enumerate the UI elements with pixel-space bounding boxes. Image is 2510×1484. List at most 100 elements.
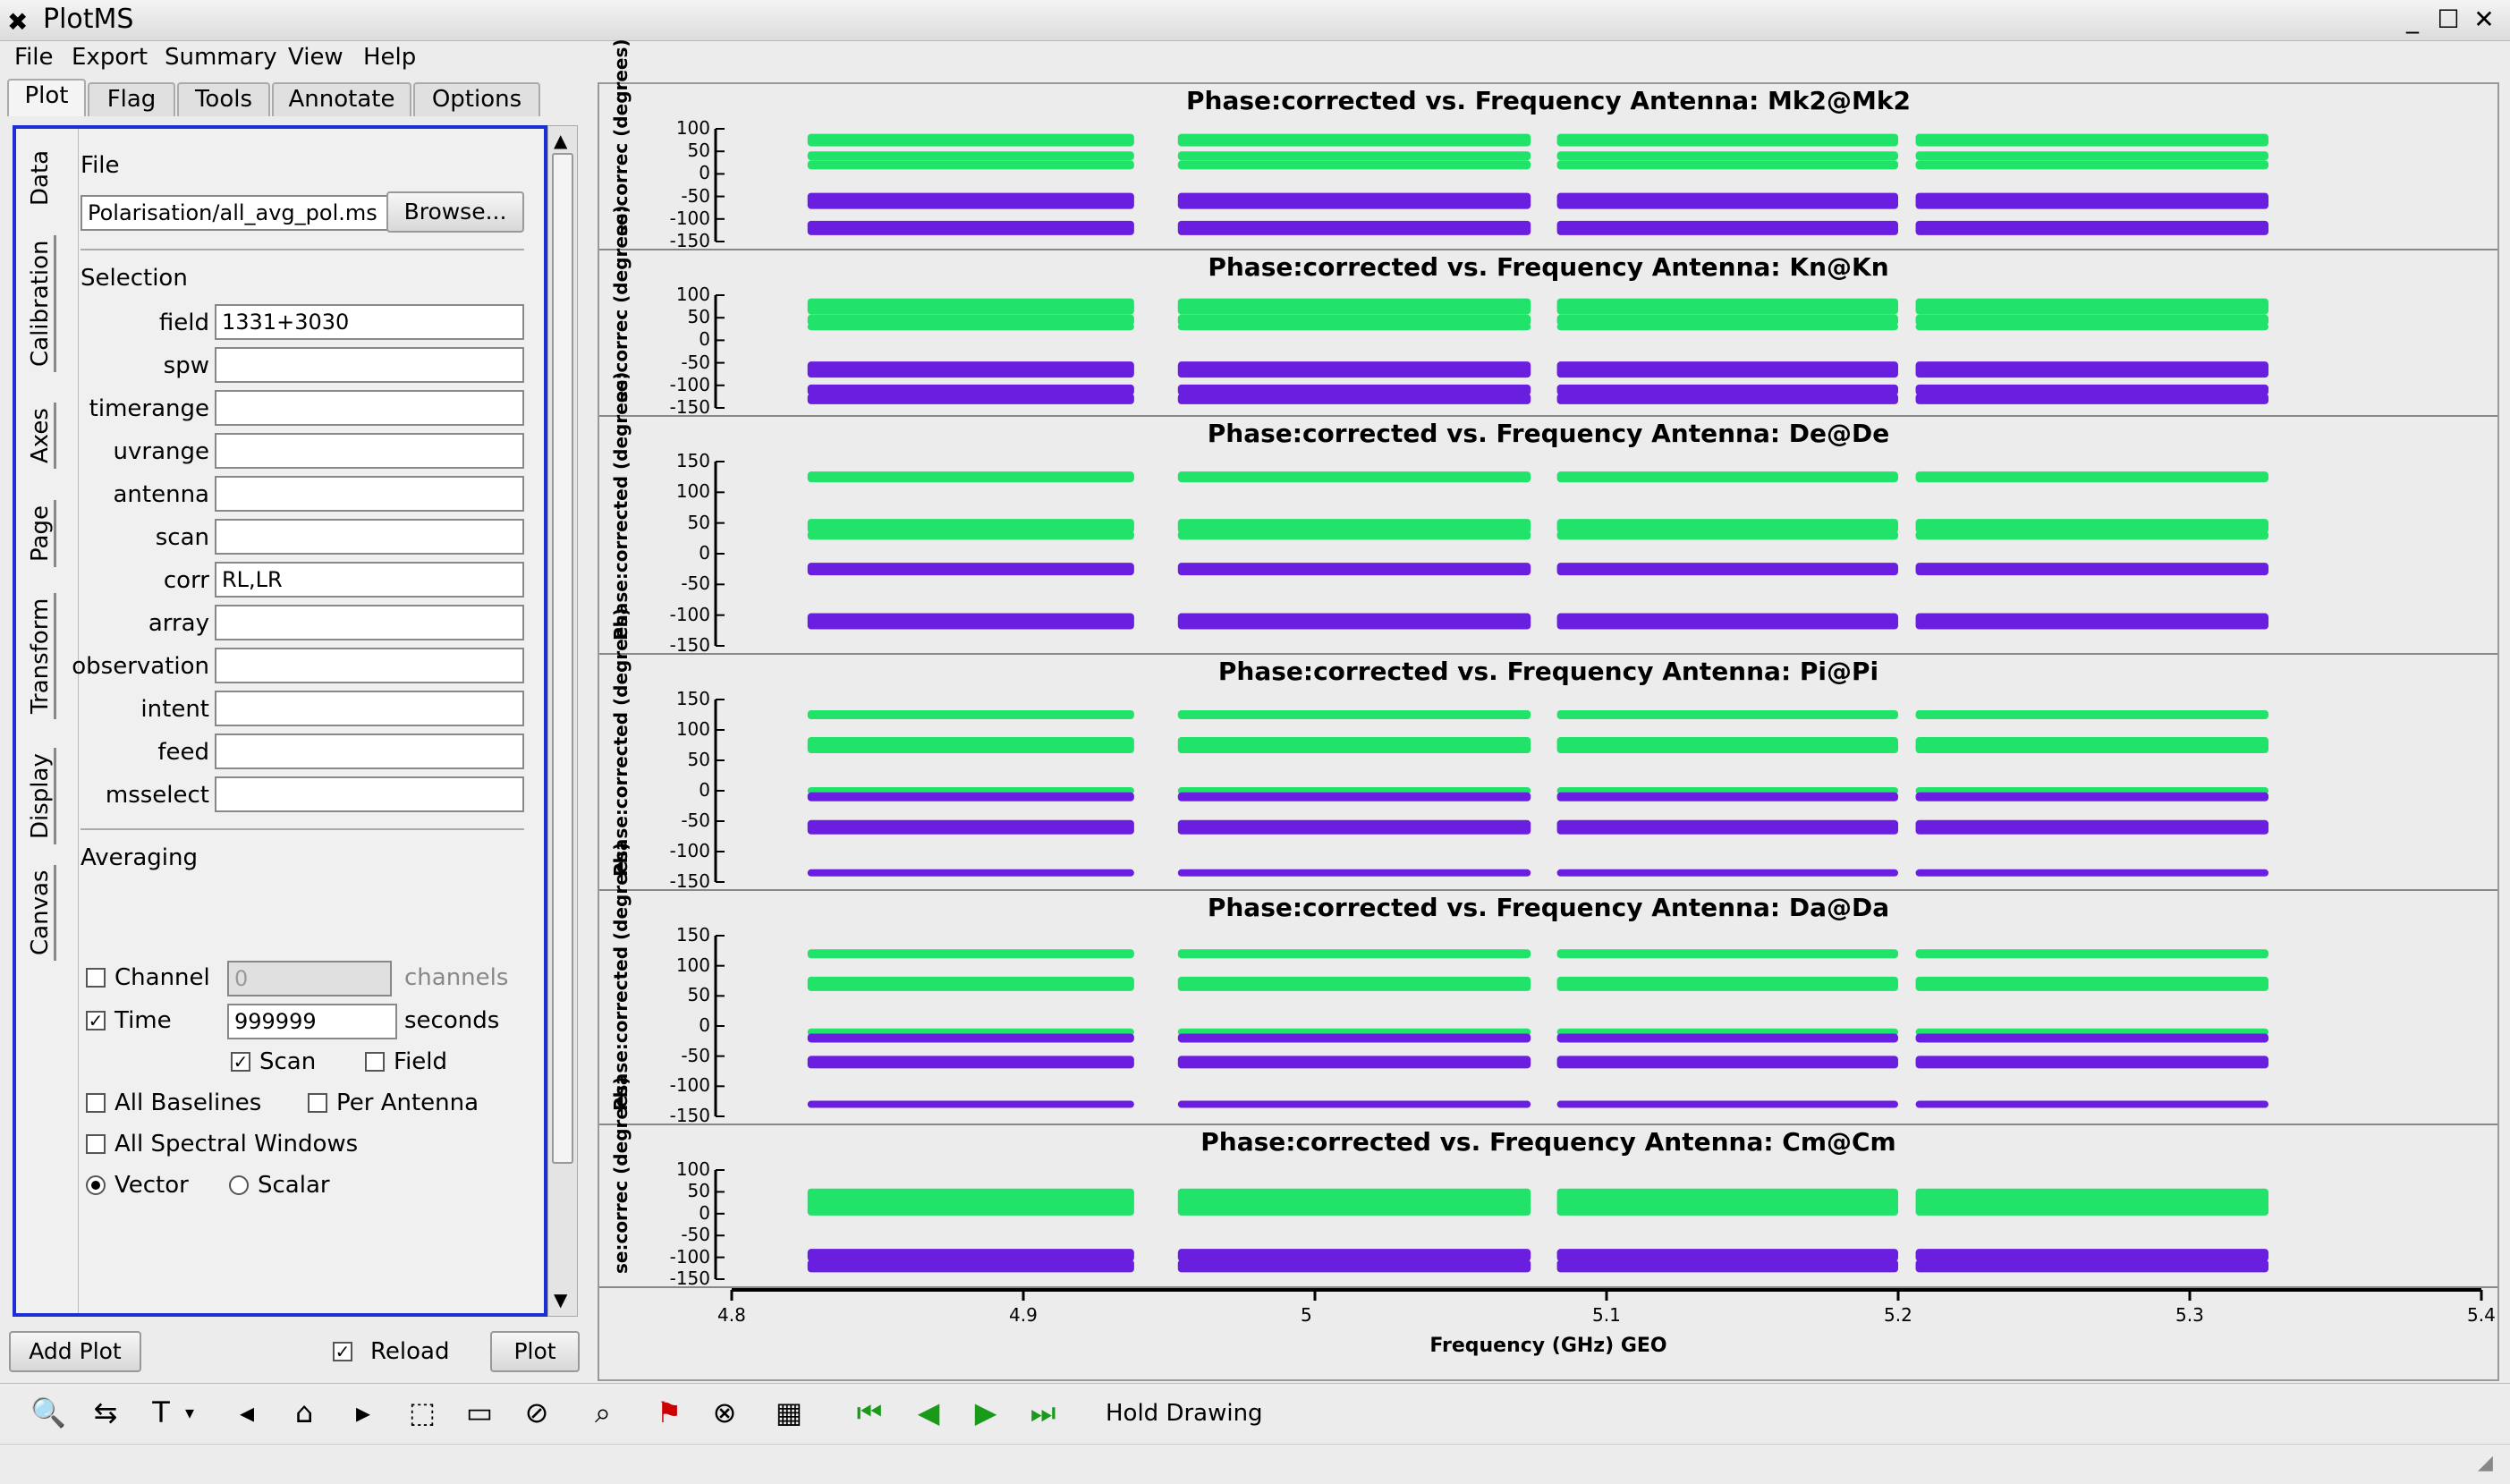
- msselect-input[interactable]: [215, 776, 524, 812]
- data-band: [1556, 563, 1898, 576]
- plot-panel: Phase:corrected vs. Frequency Antenna: P…: [599, 608, 2497, 892]
- browse-button[interactable]: Browse...: [386, 191, 524, 233]
- subtract-region-icon[interactable]: ▭: [460, 1393, 499, 1432]
- unflag-icon[interactable]: ⊗: [705, 1393, 744, 1432]
- tab-annotate[interactable]: Annotate: [272, 82, 411, 116]
- intent-input[interactable]: [215, 691, 524, 726]
- field-label-spw: spw: [163, 352, 209, 379]
- all-spw-checkbox[interactable]: [86, 1134, 106, 1154]
- data-band: [1556, 869, 1898, 877]
- field-label-array: array: [148, 610, 209, 637]
- timerange-input[interactable]: [215, 390, 524, 426]
- data-band: [1915, 1249, 2269, 1262]
- averaging-label: Averaging: [81, 844, 198, 871]
- add-plot-button[interactable]: Add Plot: [9, 1331, 141, 1372]
- vector-radio[interactable]: [86, 1175, 106, 1195]
- field-checkbox[interactable]: [365, 1052, 385, 1072]
- sidetab-calibration[interactable]: Calibration: [27, 234, 56, 372]
- uvrange-input[interactable]: [215, 433, 524, 469]
- data-band: [1177, 1056, 1531, 1069]
- menu-summary[interactable]: Summary: [165, 44, 277, 71]
- observation-input[interactable]: [215, 648, 524, 683]
- sidetab-display[interactable]: Display: [27, 748, 56, 844]
- sidetab-data[interactable]: Data: [27, 145, 56, 211]
- sidetab-page[interactable]: Page: [27, 500, 56, 567]
- close-icon[interactable]: ✕: [2469, 5, 2499, 36]
- data-band: [807, 298, 1134, 315]
- tab-options[interactable]: Options: [413, 82, 540, 116]
- channel-unit: channels: [404, 964, 509, 991]
- tab-tools[interactable]: Tools: [177, 82, 270, 116]
- plot-canvas[interactable]: Phase:corrected vs. Frequency Antenna: M…: [598, 38, 2499, 1381]
- sidetab-canvas[interactable]: Canvas: [27, 864, 56, 961]
- data-band: [1177, 1249, 1531, 1262]
- per-antenna-label: Per Antenna: [336, 1090, 479, 1116]
- spw-input[interactable]: [215, 347, 524, 383]
- tab-plot[interactable]: Plot: [7, 79, 86, 116]
- data-band: [1177, 393, 1531, 404]
- minimize-icon[interactable]: _: [2397, 5, 2428, 36]
- plot-button[interactable]: Plot: [490, 1331, 580, 1372]
- time-checkbox[interactable]: ✓: [86, 1011, 106, 1030]
- maximize-icon[interactable]: ☐: [2433, 5, 2463, 36]
- scalar-radio[interactable]: [229, 1175, 249, 1195]
- data-band: [1915, 819, 2269, 835]
- divider: [81, 249, 524, 250]
- menu-help[interactable]: Help: [363, 44, 416, 71]
- scroll-up-icon[interactable]: ▲: [554, 130, 567, 151]
- sidetab-axes[interactable]: Axes: [27, 403, 56, 469]
- resize-grip-icon[interactable]: ◢: [2478, 1452, 2493, 1474]
- last-page-icon[interactable]: ⏭: [1023, 1393, 1063, 1432]
- feed-input[interactable]: [215, 734, 524, 769]
- array-input[interactable]: [215, 605, 524, 640]
- scroll-down-icon[interactable]: ▼: [554, 1289, 567, 1310]
- data-band: [1915, 1033, 2269, 1043]
- channel-input[interactable]: 0: [227, 961, 392, 996]
- time-input[interactable]: 999999: [227, 1004, 397, 1039]
- step-forward-icon[interactable]: ▸: [343, 1393, 383, 1432]
- locate-icon[interactable]: ⌕: [583, 1393, 623, 1432]
- sidetab-transform[interactable]: Transform: [27, 592, 56, 719]
- scrollbar-thumb[interactable]: [552, 153, 573, 1164]
- flag-icon[interactable]: ⚑: [649, 1393, 689, 1432]
- data-band: [807, 160, 1134, 170]
- pan-icon[interactable]: ⇆: [86, 1393, 125, 1432]
- corr-input[interactable]: RL,LR: [215, 562, 524, 598]
- menu-view[interactable]: View: [288, 44, 343, 71]
- menu-export[interactable]: Export: [72, 44, 148, 71]
- per-antenna-checkbox[interactable]: [308, 1093, 327, 1113]
- previous-page-icon[interactable]: ◀: [909, 1393, 948, 1432]
- reload-checkbox[interactable]: ✓: [333, 1342, 352, 1361]
- home-icon[interactable]: ⌂: [284, 1393, 324, 1432]
- x-axis: [730, 1288, 2483, 1301]
- field-label-field: field: [158, 310, 209, 336]
- step-back-icon[interactable]: ◂: [227, 1393, 267, 1432]
- antenna-input[interactable]: [215, 476, 524, 512]
- menu-file[interactable]: File: [14, 44, 54, 71]
- data-band: [1177, 737, 1531, 753]
- chevron-down-icon[interactable]: ▾: [179, 1393, 200, 1432]
- zoom-icon[interactable]: 🔍: [29, 1393, 68, 1432]
- data-band: [1915, 471, 2269, 483]
- tab-flag[interactable]: Flag: [88, 82, 175, 116]
- file-input[interactable]: Polarisation/all_avg_pol.ms: [81, 195, 394, 231]
- next-page-icon[interactable]: ▶: [966, 1393, 1005, 1432]
- all-spw-label: All Spectral Windows: [114, 1131, 359, 1158]
- channel-checkbox[interactable]: [86, 968, 106, 988]
- scan-checkbox[interactable]: ✓: [231, 1052, 250, 1072]
- panel-scrollbar[interactable]: ▲ ▼: [547, 125, 578, 1317]
- field-input[interactable]: 1331+3030: [215, 304, 524, 340]
- data-band: [1556, 1056, 1898, 1069]
- annotate-text-icon[interactable]: T: [141, 1393, 181, 1432]
- mark-region-icon[interactable]: ⬚: [403, 1393, 442, 1432]
- plot-panel: Phase:corrected vs. Frequency Antenna: D…: [599, 372, 2497, 656]
- hold-drawing-toggle[interactable]: Hold Drawing: [1106, 1400, 1263, 1427]
- divider: [81, 828, 524, 830]
- flag-extension-icon[interactable]: ▦: [769, 1393, 809, 1432]
- scan-input[interactable]: [215, 519, 524, 555]
- first-page-icon[interactable]: ⏮: [850, 1393, 889, 1432]
- data-band: [1915, 220, 2269, 235]
- time-unit: seconds: [404, 1007, 500, 1034]
- clear-region-icon[interactable]: ⊘: [517, 1393, 556, 1432]
- all-baselines-checkbox[interactable]: [86, 1093, 106, 1113]
